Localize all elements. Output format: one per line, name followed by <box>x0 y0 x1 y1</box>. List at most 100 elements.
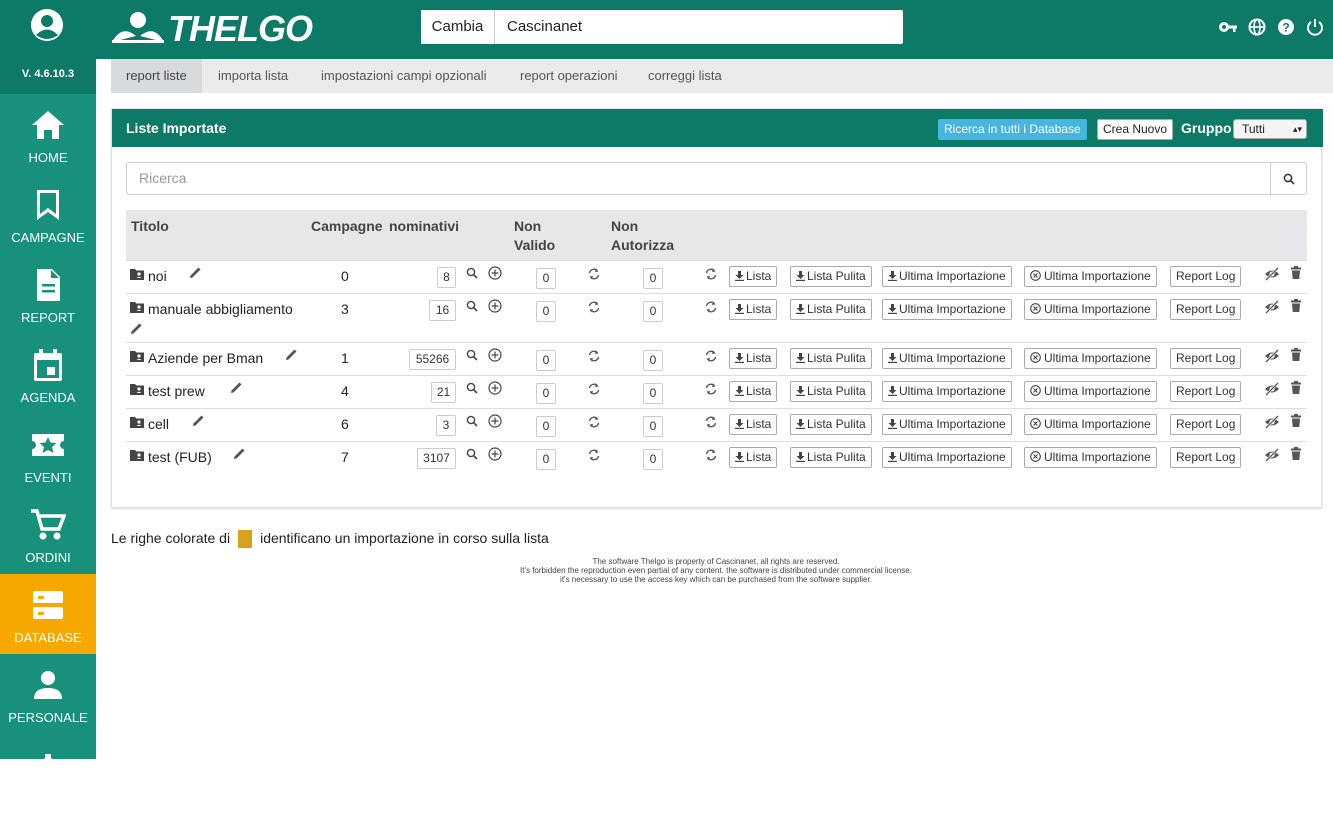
tab-report-liste[interactable]: report liste <box>111 59 202 93</box>
sidebar-item-settings[interactable] <box>0 734 96 814</box>
sidebar-item-report[interactable]: REPORT <box>0 254 96 334</box>
add-circle-icon[interactable] <box>488 266 502 280</box>
download-last-import-button[interactable]: Ultima Importazione <box>882 447 1012 468</box>
search-icon[interactable] <box>466 349 478 361</box>
sidebar-item-home[interactable]: HOME <box>0 94 96 174</box>
download-last-import-button[interactable]: Ultima Importazione <box>882 381 1012 402</box>
campaigns-count: 7 <box>341 449 349 465</box>
create-new-button[interactable]: Crea Nuovo <box>1097 119 1174 140</box>
download-clean-list-button[interactable]: Lista Pulita <box>790 414 872 435</box>
add-circle-icon[interactable] <box>488 299 502 313</box>
search-icon[interactable] <box>466 267 478 279</box>
download-last-import-button[interactable]: Ultima Importazione <box>882 299 1012 320</box>
change-database-button[interactable]: Cambia <box>421 10 495 44</box>
hide-eye-icon[interactable] <box>1264 349 1280 363</box>
add-circle-icon[interactable] <box>488 381 502 395</box>
search-icon[interactable] <box>466 448 478 460</box>
trash-icon[interactable] <box>1290 348 1302 362</box>
sidebar-item-agenda[interactable]: AGENDA <box>0 334 96 414</box>
sidebar-item-ordini[interactable]: ORDINI <box>0 494 96 574</box>
report-log-button[interactable]: Report Log <box>1170 381 1242 402</box>
sidebar-item-database[interactable]: DATABASE <box>0 574 96 654</box>
report-log-button[interactable]: Report Log <box>1170 348 1242 369</box>
trash-icon[interactable] <box>1290 266 1302 280</box>
refresh-icon[interactable] <box>704 300 718 314</box>
sidebar-item-eventi[interactable]: EVENTI <box>0 414 96 494</box>
refresh-icon[interactable] <box>704 382 718 396</box>
search-icon[interactable] <box>466 300 478 312</box>
download-last-import-button[interactable]: Ultima Importazione <box>882 414 1012 435</box>
download-last-import-button[interactable]: Ultima Importazione <box>882 348 1012 369</box>
add-circle-icon[interactable] <box>488 414 502 428</box>
hide-eye-icon[interactable] <box>1264 300 1280 314</box>
hide-eye-icon[interactable] <box>1264 448 1280 462</box>
refresh-icon[interactable] <box>587 415 601 429</box>
refresh-icon[interactable] <box>704 267 718 281</box>
cancel-last-import-button[interactable]: Ultima Importazione <box>1024 381 1157 402</box>
cancel-last-import-button[interactable]: Ultima Importazione <box>1024 299 1157 320</box>
download-last-import-button[interactable]: Ultima Importazione <box>882 266 1012 287</box>
trash-icon[interactable] <box>1290 381 1302 395</box>
trash-icon[interactable] <box>1290 447 1302 461</box>
search-icon[interactable] <box>466 382 478 394</box>
refresh-icon[interactable] <box>704 415 718 429</box>
globe-icon[interactable] <box>1248 18 1266 36</box>
download-list-button[interactable]: Lista <box>729 266 778 287</box>
key-icon[interactable] <box>1218 18 1238 36</box>
tab-correggi-lista[interactable]: correggi lista <box>633 59 737 93</box>
hide-eye-icon[interactable] <box>1264 267 1280 281</box>
help-icon[interactable]: ? <box>1277 18 1295 36</box>
search-button[interactable] <box>1270 162 1307 195</box>
hide-eye-icon[interactable] <box>1264 415 1280 429</box>
hide-eye-icon[interactable] <box>1264 382 1280 396</box>
download-list-button[interactable]: Lista <box>729 447 778 468</box>
edit-pencil-icon[interactable] <box>230 381 243 394</box>
edit-pencil-icon[interactable] <box>130 322 143 335</box>
add-circle-icon[interactable] <box>488 348 502 362</box>
add-circle-icon[interactable] <box>488 447 502 461</box>
edit-pencil-icon[interactable] <box>233 447 246 460</box>
download-clean-list-button[interactable]: Lista Pulita <box>790 447 872 468</box>
report-log-button[interactable]: Report Log <box>1170 299 1242 320</box>
cancel-last-import-button[interactable]: Ultima Importazione <box>1024 266 1157 287</box>
refresh-icon[interactable] <box>587 349 601 363</box>
user-account-icon[interactable] <box>29 7 65 48</box>
download-list-button[interactable]: Lista <box>729 381 778 402</box>
download-clean-list-button[interactable]: Lista Pulita <box>790 348 872 369</box>
edit-pencil-icon[interactable] <box>192 414 205 427</box>
sidebar-item-campagne[interactable]: CAMPAGNE <box>0 174 96 254</box>
folder-icon <box>130 417 144 428</box>
edit-pencil-icon[interactable] <box>189 266 202 279</box>
tab-importa-lista[interactable]: importa lista <box>203 59 303 93</box>
tab-impostazioni-campi-opzionali[interactable]: impostazioni campi opzionali <box>306 59 501 93</box>
tab-report-operazioni[interactable]: report operazioni <box>505 59 633 93</box>
refresh-icon[interactable] <box>704 349 718 363</box>
refresh-icon[interactable] <box>587 267 601 281</box>
download-icon <box>888 452 897 462</box>
cancel-last-import-button[interactable]: Ultima Importazione <box>1024 414 1157 435</box>
refresh-icon[interactable] <box>587 300 601 314</box>
refresh-icon[interactable] <box>704 448 718 462</box>
download-list-button[interactable]: Lista <box>729 348 778 369</box>
cancel-last-import-button[interactable]: Ultima Importazione <box>1024 447 1157 468</box>
download-list-button[interactable]: Lista <box>729 414 778 435</box>
download-clean-list-button[interactable]: Lista Pulita <box>790 266 872 287</box>
refresh-icon[interactable] <box>587 448 601 462</box>
download-clean-list-button[interactable]: Lista Pulita <box>790 299 872 320</box>
report-log-button[interactable]: Report Log <box>1170 414 1242 435</box>
search-all-databases-button[interactable]: Ricerca in tutti i Database <box>938 119 1087 140</box>
sidebar-item-personale[interactable]: PERSONALE <box>0 654 96 734</box>
power-icon[interactable] <box>1306 18 1324 36</box>
report-log-button[interactable]: Report Log <box>1170 447 1242 468</box>
trash-icon[interactable] <box>1290 299 1302 313</box>
download-list-button[interactable]: Lista <box>729 299 778 320</box>
trash-icon[interactable] <box>1290 414 1302 428</box>
report-log-button[interactable]: Report Log <box>1170 266 1242 287</box>
search-icon[interactable] <box>466 415 478 427</box>
edit-pencil-icon[interactable] <box>285 348 298 361</box>
refresh-icon[interactable] <box>587 382 601 396</box>
cancel-last-import-button[interactable]: Ultima Importazione <box>1024 348 1157 369</box>
search-input[interactable]: Ricerca <box>126 162 1271 195</box>
download-clean-list-button[interactable]: Lista Pulita <box>790 381 872 402</box>
group-select[interactable]: Tutti ▴▾ <box>1233 119 1307 139</box>
